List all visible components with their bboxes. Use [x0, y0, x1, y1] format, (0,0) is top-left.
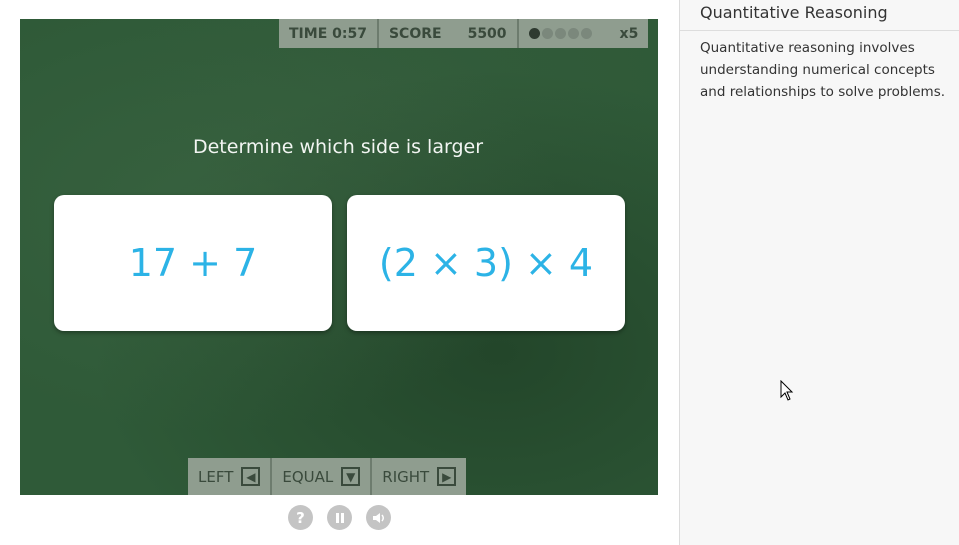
equal-button-label: EQUAL [282, 467, 334, 486]
streak-dot [567, 28, 579, 39]
streak-dot [580, 28, 592, 39]
right-card[interactable]: (2 × 3) × 4 [347, 195, 625, 331]
left-expression: 17 + 7 [128, 241, 258, 285]
arrow-down-icon: ▼ [341, 467, 361, 486]
multiplier-value: x5 [619, 25, 639, 42]
score-display: SCORE 5500 [376, 19, 517, 48]
streak-dot [554, 28, 566, 39]
sidebar-description: Quantitative reasoning involves understa… [700, 40, 946, 100]
question-icon[interactable]: ? [288, 505, 313, 530]
score-value: 5500 [467, 25, 507, 42]
game-controls: ? [288, 505, 391, 530]
time-label: TIME [289, 25, 328, 42]
right-button[interactable]: RIGHT ▶ [370, 458, 466, 495]
right-expression: (2 × 3) × 4 [378, 241, 594, 285]
sidebar-title: Quantitative Reasoning [700, 3, 888, 22]
time-value: 0:57 [332, 25, 367, 42]
sidebar-divider [680, 30, 959, 31]
arrow-right-icon: ▶ [437, 467, 457, 486]
right-button-label: RIGHT [382, 467, 430, 486]
hud-bar: TIME 0:57 SCORE 5500 x5 [279, 19, 649, 48]
mouse-cursor-icon [780, 380, 794, 401]
answer-bar: LEFT ◀ EQUAL ▼ RIGHT ▶ [188, 458, 467, 495]
game-board: TIME 0:57 SCORE 5500 x5 Determine which … [20, 19, 658, 495]
left-button-label: LEFT [198, 467, 234, 486]
score-label: SCORE [388, 25, 442, 42]
streak-dot [528, 28, 540, 39]
streak-dots [528, 28, 592, 39]
pause-icon[interactable] [327, 505, 352, 530]
multiplier-display: x5 [516, 19, 649, 48]
time-display: TIME 0:57 [279, 19, 377, 48]
info-sidebar: Quantitative Reasoning Quantitative reas… [680, 0, 959, 545]
speaker-icon[interactable] [366, 505, 391, 530]
left-button[interactable]: LEFT ◀ [188, 458, 270, 495]
question-prompt: Determine which side is larger [192, 136, 484, 158]
game-area: TIME 0:57 SCORE 5500 x5 Determine which … [0, 0, 679, 545]
equal-button[interactable]: EQUAL ▼ [270, 458, 370, 495]
left-card[interactable]: 17 + 7 [54, 195, 332, 331]
arrow-left-icon: ◀ [241, 467, 261, 486]
streak-dot [541, 28, 553, 39]
